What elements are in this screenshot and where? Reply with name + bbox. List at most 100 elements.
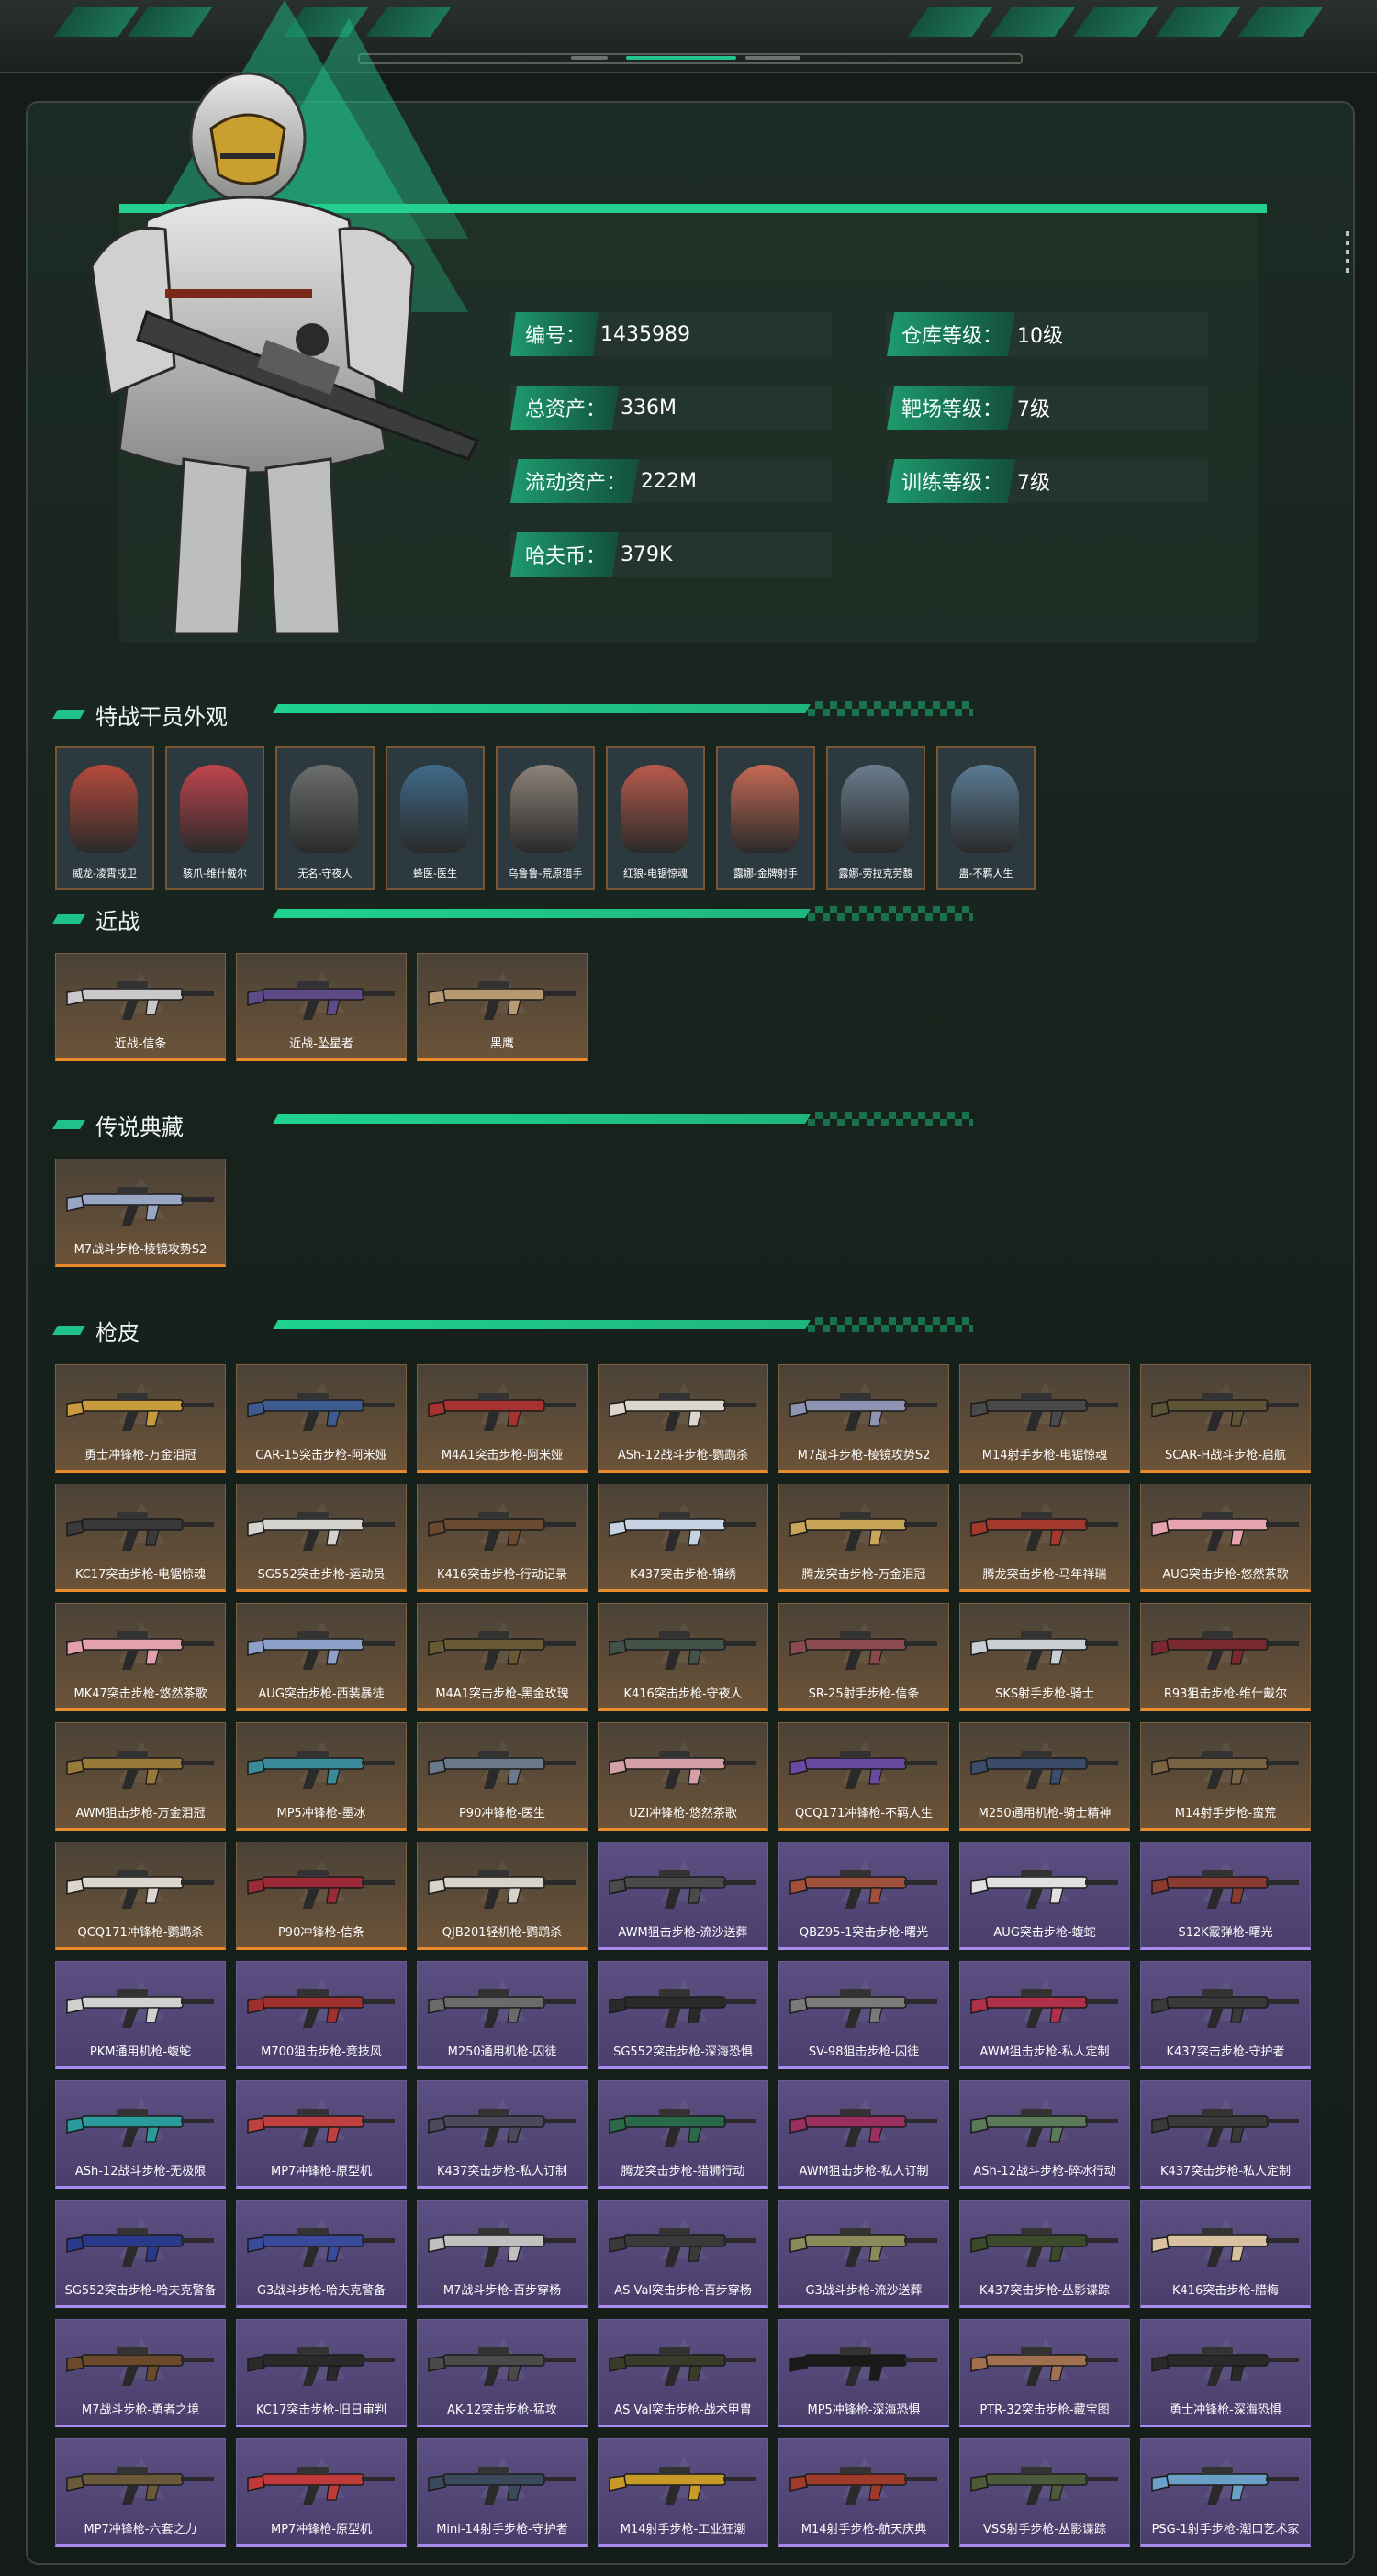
item-name: VSS射手步枪-丛影谍踪 [982, 2523, 1107, 2537]
item-card[interactable]: 黑鹰 [417, 953, 588, 1061]
item-card[interactable]: SG552突击步枪-运动员 [236, 1484, 407, 1592]
item-card[interactable]: Mini-14射手步枪-守护者 [417, 2438, 588, 2547]
item-card[interactable]: M4A1突击步枪-黑金玫瑰 [417, 1603, 588, 1711]
item-card[interactable]: 勇士冲锋枪-万金泪冠 [55, 1364, 226, 1473]
item-card[interactable]: AUG突击步枪-悠然茶歌 [1140, 1484, 1311, 1592]
item-card[interactable]: SKS射手步枪-骑士 [959, 1603, 1130, 1711]
item-card[interactable]: AUG突击步枪-西装暴徒 [236, 1603, 407, 1711]
section-title-text: 枪皮 [95, 1319, 140, 1346]
item-card[interactable]: M14射手步枪-航天庆典 [778, 2438, 949, 2547]
item-card[interactable]: AWM狙击步枪-私人定制 [959, 1961, 1130, 2069]
item-card[interactable]: PSG-1射手步枪-潮口艺术家 [1140, 2438, 1311, 2547]
item-name: SG552突击步枪-哈夫克警备 [64, 2284, 217, 2298]
item-card[interactable]: 勇士冲锋枪-深海恐惧 [1140, 2319, 1311, 2427]
item-card[interactable]: AS Val突击步枪-百步穿杨 [598, 2200, 768, 2308]
item-card[interactable]: UZI冲锋枪-悠然茶歌 [598, 1722, 768, 1831]
item-card[interactable]: G3战斗步枪-哈夫克警备 [236, 2200, 407, 2308]
item-card[interactable]: SCAR-H战斗步枪-启航 [1140, 1364, 1311, 1473]
item-card[interactable]: MP5冲锋枪-墨冰 [236, 1722, 407, 1831]
operator-card[interactable]: 露娜-劳拉克劳馥 [826, 746, 925, 890]
item-card[interactable]: KC17突击步枪-旧日审判 [236, 2319, 407, 2427]
item-card[interactable]: M250通用机枪-骑士精神 [959, 1722, 1130, 1831]
operator-card[interactable]: 蜂医-医生 [386, 746, 485, 890]
item-card[interactable]: AWM狙击步枪-万金泪冠 [55, 1722, 226, 1831]
item-card[interactable]: M7战斗步枪-百步穿杨 [417, 2200, 588, 2308]
item-card[interactable]: K437突击步枪-锦绣 [598, 1484, 768, 1592]
item-card[interactable]: PTR-32突击步枪-藏宝图 [959, 2319, 1130, 2427]
operator-card[interactable]: 露娜-金牌射手 [716, 746, 815, 890]
item-card[interactable]: CAR-15突击步枪-阿米娅 [236, 1364, 407, 1473]
item-card[interactable]: AUG突击步枪-蝮蛇 [959, 1842, 1130, 1950]
operator-card[interactable]: 无名-守夜人 [275, 746, 375, 890]
weapon-image [970, 2228, 1118, 2267]
item-name: S12K霰弹枪-曙光 [1178, 1926, 1273, 1940]
item-card[interactable]: QJB201轻机枪-鹦鹉杀 [417, 1842, 588, 1950]
item-card[interactable]: VSS射手步枪-丛影谍踪 [959, 2438, 1130, 2547]
item-name: QJB201轻机枪-鹦鹉杀 [442, 1926, 563, 1940]
item-card[interactable]: M14射手步枪-蛮荒 [1140, 1722, 1311, 1831]
weapon-image [247, 2109, 395, 2147]
item-card[interactable]: P90冲锋枪-信条 [236, 1842, 407, 1950]
item-card[interactable]: MP7冲锋枪-原型机 [236, 2438, 407, 2547]
item-card[interactable]: SV-98狙击步枪-囚徒 [778, 1961, 949, 2069]
item-name: AWM狙击步枪-流沙送葬 [618, 1926, 748, 1940]
item-card[interactable]: K437突击步枪-守护者 [1140, 1961, 1311, 2069]
stat-value: 7级 [1017, 472, 1051, 495]
item-card[interactable]: M7战斗步枪-棱镜攻势S2 [778, 1364, 949, 1473]
operator-card[interactable]: 乌鲁鲁-荒原猎手 [496, 746, 595, 890]
stat-value: 222M [641, 469, 697, 493]
item-card[interactable]: SG552突击步枪-哈夫克警备 [55, 2200, 226, 2308]
item-card[interactable]: S12K霰弹枪-曙光 [1140, 1842, 1311, 1950]
item-card[interactable]: M7战斗步枪-勇者之境 [55, 2319, 226, 2427]
item-card[interactable]: SG552突击步枪-深海恐惧 [598, 1961, 768, 2069]
item-card[interactable]: G3战斗步枪-流沙送葬 [778, 2200, 949, 2308]
weapon-image [247, 2228, 395, 2267]
item-card[interactable]: M7战斗步枪-棱镜攻势S2 [55, 1159, 226, 1267]
item-card[interactable]: AWM狙击步枪-私人订制 [778, 2080, 949, 2189]
item-card[interactable]: QCQ171冲锋枪-鹦鹉杀 [55, 1842, 226, 1950]
stat-range-level: 靶场等级： 7级 [887, 386, 1208, 430]
skin-row: ASh-12战斗步枪-无极限 MP7冲锋枪-原型机 K437突击步枪-私人订制 腾龙突… [55, 2080, 1311, 2189]
item-card[interactable]: AWM狙击步枪-流沙送葬 [598, 1842, 768, 1950]
item-card[interactable]: QBZ95-1突击步枪-曙光 [778, 1842, 949, 1950]
item-card[interactable]: 腾龙突击步枪-马年祥瑞 [959, 1484, 1130, 1592]
item-card[interactable]: 腾龙突击步枪-猎狮行动 [598, 2080, 768, 2189]
weapon-image [1151, 1751, 1299, 1789]
weapon-image [609, 1631, 756, 1670]
operator-card[interactable]: 骇爪-维什戴尔 [165, 746, 264, 890]
weapon-image [247, 1512, 395, 1551]
item-card[interactable]: MP7冲锋枪-原型机 [236, 2080, 407, 2189]
item-card[interactable]: AS Val突击步枪-战术甲胄 [598, 2319, 768, 2427]
item-card[interactable]: K437突击步枪-私人定制 [1140, 2080, 1311, 2189]
item-card[interactable]: ASh-12战斗步枪-鹦鹉杀 [598, 1364, 768, 1473]
item-card[interactable]: K437突击步枪-私人订制 [417, 2080, 588, 2189]
item-card[interactable]: 近战-信条 [55, 953, 226, 1061]
item-card[interactable]: K416突击步枪-腊梅 [1140, 2200, 1311, 2308]
scroll-indicator[interactable] [1346, 231, 1349, 277]
item-card[interactable]: M14射手步枪-电锯惊魂 [959, 1364, 1130, 1473]
item-card[interactable]: PKM通用机枪-蝮蛇 [55, 1961, 226, 2069]
item-card[interactable]: ASh-12战斗步枪-无极限 [55, 2080, 226, 2189]
item-card[interactable]: QCQ171冲锋枪-不羁人生 [778, 1722, 949, 1831]
item-card[interactable]: SR-25射手步枪-信条 [778, 1603, 949, 1711]
operator-card[interactable]: 蛊-不羁人生 [936, 746, 1036, 890]
item-card[interactable]: 腾龙突击步枪-万金泪冠 [778, 1484, 949, 1592]
item-card[interactable]: MK47突击步枪-悠然茶歌 [55, 1603, 226, 1711]
operator-card[interactable]: 红狼-电锯惊魂 [606, 746, 705, 890]
item-card[interactable]: MP5冲锋枪-深海恐惧 [778, 2319, 949, 2427]
item-card[interactable]: M14射手步枪-工业狂潮 [598, 2438, 768, 2547]
item-card[interactable]: KC17突击步枪-电锯惊魂 [55, 1484, 226, 1592]
item-card[interactable]: K416突击步枪-行动记录 [417, 1484, 588, 1592]
item-card[interactable]: M250通用机枪-囚徒 [417, 1961, 588, 2069]
item-card[interactable]: M700狙击步枪-竞技风 [236, 1961, 407, 2069]
item-card[interactable]: 近战-坠星者 [236, 953, 407, 1061]
item-card[interactable]: ASh-12战斗步枪-碎冰行动 [959, 2080, 1130, 2189]
item-card[interactable]: K416突击步枪-守夜人 [598, 1603, 768, 1711]
item-card[interactable]: P90冲锋枪-医生 [417, 1722, 588, 1831]
item-card[interactable]: AK-12突击步枪-猛攻 [417, 2319, 588, 2427]
item-card[interactable]: M4A1突击步枪-阿米娅 [417, 1364, 588, 1473]
operator-card[interactable]: 威龙-凌霄戍卫 [55, 746, 154, 890]
item-card[interactable]: K437突击步枪-丛影谍踪 [959, 2200, 1130, 2308]
item-card[interactable]: MP7冲锋枪-六套之力 [55, 2438, 226, 2547]
item-card[interactable]: R93狙击步枪-维什戴尔 [1140, 1603, 1311, 1711]
